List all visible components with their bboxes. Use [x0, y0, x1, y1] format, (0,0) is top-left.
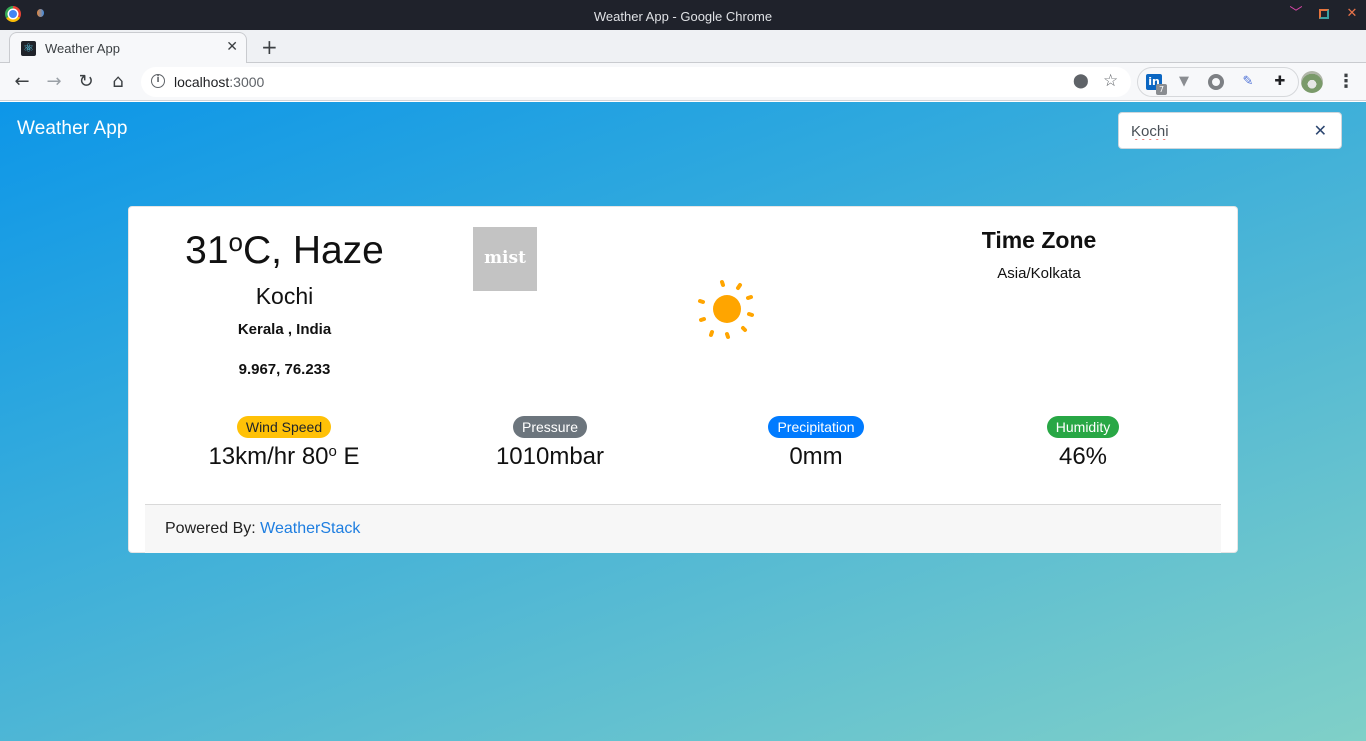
temperature-unit: C	[242, 229, 272, 272]
page-content: Weather App ✕ 31oC, Haze Kochi Kerala , …	[0, 102, 1366, 741]
badge-wind-speed: Wind Speed	[236, 416, 332, 438]
stat-humidity: Humidity 46%	[973, 416, 1193, 471]
weather-card: 31oC, Haze Kochi Kerala , India 9.967, 7…	[128, 206, 1238, 553]
tab-strip: ⚛ Weather App ✕ +	[0, 30, 1366, 64]
city-search[interactable]: ✕	[1118, 112, 1342, 149]
wind-speed-value: 13km/hr 80o E	[174, 443, 394, 471]
maximize-button[interactable]	[1316, 6, 1332, 22]
wind-speed-text: 13km/hr 80	[208, 443, 329, 470]
clear-search-icon[interactable]: ✕	[1314, 121, 1327, 140]
badge-pressure: Pressure	[512, 416, 588, 438]
weather-condition-image: mist	[473, 227, 537, 291]
browser-toolbar: ← → ↻ ⌂ i localhost:3000 ⬤ ☆ in 7 ▼ ✎ ✚ …	[0, 63, 1366, 101]
city-name: Kochi	[255, 283, 314, 309]
circle-extension-icon[interactable]	[1208, 74, 1224, 90]
extensions-area: in 7 ▼ ✎ ✚	[1137, 67, 1299, 97]
vue-devtools-icon[interactable]: ▼	[1176, 74, 1192, 90]
back-button[interactable]: ←	[11, 71, 33, 93]
reload-button[interactable]: ↻	[75, 71, 97, 93]
new-tab-button[interactable]: +	[261, 35, 278, 59]
close-tab-icon[interactable]: ✕	[226, 39, 238, 55]
puzzle-icon[interactable]: ✚	[1272, 74, 1288, 90]
react-icon: ⚛	[21, 41, 36, 56]
card-footer: Powered By: WeatherStack	[145, 504, 1221, 553]
search-input[interactable]	[1131, 121, 1301, 141]
weatherstack-link[interactable]: WeatherStack	[260, 520, 360, 537]
tab-title: Weather App	[45, 41, 120, 56]
url-host: localhost	[174, 74, 230, 90]
chrome-menu-icon[interactable]: ⋮	[1337, 71, 1355, 93]
bookmark-star-icon[interactable]: ☆	[1103, 71, 1118, 91]
powered-by-label: Powered By:	[165, 520, 261, 537]
powered-by: Powered By: WeatherStack	[165, 520, 360, 538]
url-text[interactable]: localhost:3000	[174, 74, 264, 90]
home-button[interactable]: ⌂	[107, 71, 129, 93]
tab-weather-app[interactable]: ⚛ Weather App ✕	[9, 32, 247, 64]
sun-icon	[698, 280, 754, 339]
wind-direction: E	[336, 443, 360, 470]
wind-degree-symbol: o	[328, 443, 337, 460]
app-brand[interactable]: Weather App	[17, 118, 128, 140]
location-pin-icon[interactable]: ⬤	[1073, 73, 1089, 89]
pressure-value: 1010mbar	[495, 443, 605, 470]
timezone-value: Asia/Kolkata	[997, 265, 1081, 282]
profile-avatar[interactable]	[1301, 71, 1323, 93]
temperature-value: 31	[185, 229, 229, 272]
badge-precipitation: Precipitation	[768, 416, 864, 438]
minimize-button[interactable]: ﹀	[1288, 6, 1304, 22]
temperature-condition: 31oC, Haze	[185, 227, 384, 272]
color-picker-icon[interactable]: ✎	[1240, 74, 1256, 90]
stat-precipitation: Precipitation 0mm	[706, 416, 926, 471]
weather-condition: Haze	[292, 229, 384, 272]
humidity-value: 46%	[1058, 443, 1108, 470]
stat-wind-speed: Wind Speed 13km/hr 80o E	[174, 416, 394, 471]
precipitation-value: 0mm	[789, 443, 843, 470]
close-window-button[interactable]: ✕	[1344, 6, 1360, 22]
degree-symbol: o	[228, 227, 243, 257]
address-bar[interactable]: i localhost:3000 ⬤ ☆	[141, 67, 1131, 97]
region-country: Kerala , India	[237, 321, 332, 338]
badge-humidity: Humidity	[1046, 416, 1120, 438]
timezone-title: Time Zone	[981, 227, 1097, 253]
extension-badge: 7	[1156, 84, 1167, 95]
window-title: Weather App - Google Chrome	[593, 9, 773, 24]
window-title-bar: Weather App - Google Chrome ﹀ ✕	[0, 0, 1366, 30]
coordinates: 9.967, 76.233	[238, 361, 331, 378]
url-port: :3000	[229, 74, 265, 90]
site-info-icon[interactable]: i	[151, 74, 165, 88]
forward-button[interactable]: →	[43, 71, 65, 93]
stat-pressure: Pressure 1010mbar	[440, 416, 660, 471]
